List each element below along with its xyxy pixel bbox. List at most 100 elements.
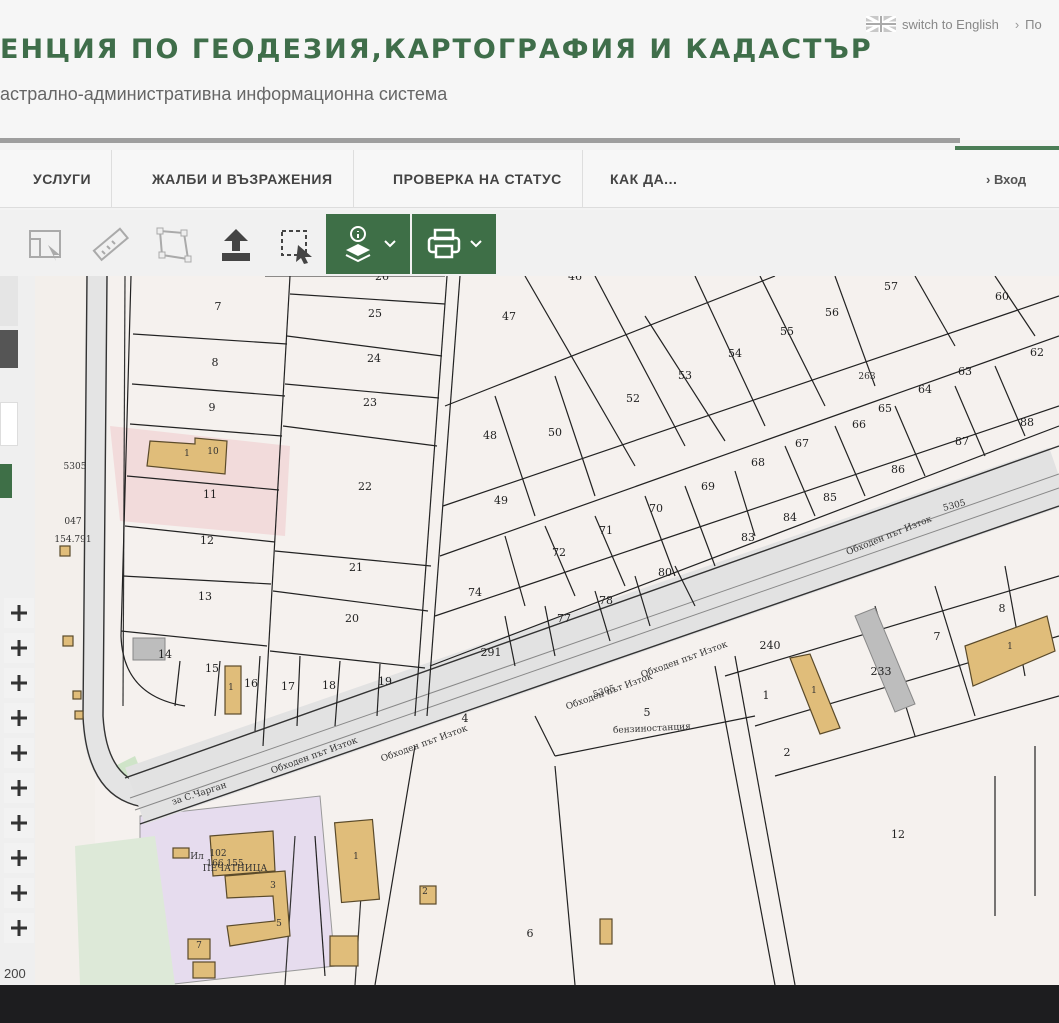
upload-tool[interactable] — [206, 218, 266, 272]
cadastral-map[interactable]: 7 8 9 11 12 13 14 15 16 17 18 19 20 21 22 23 24 25 26 46 47 4… — [35, 276, 1059, 985]
poi-label: 166.155 — [206, 859, 243, 869]
language-switch[interactable]: switch to English › По — [866, 16, 1042, 32]
zoom-in-button[interactable] — [4, 808, 34, 838]
agency-title: ЕНЦИЯ ПО ГЕОДЕЗИЯ,КАРТОГРАФИЯ И КАДАСТЪР — [0, 34, 873, 65]
plot-number-label: 14 — [158, 648, 172, 661]
panel-tab[interactable] — [0, 276, 18, 326]
plot-number-label: 78 — [599, 594, 613, 607]
print-button[interactable] — [412, 214, 496, 274]
plot-number-label: 15 — [205, 662, 219, 675]
more-link[interactable]: По — [1025, 17, 1042, 32]
nav-item-how-to[interactable]: КАК ДА... — [610, 150, 697, 208]
plot-number-label: 69 — [701, 480, 715, 493]
panel-green-tab[interactable] — [0, 464, 12, 498]
side-label: 10 — [207, 447, 219, 457]
selection-tool[interactable] — [266, 218, 326, 272]
plot-number-label: 64 — [918, 383, 932, 396]
language-switch-label: switch to English — [902, 16, 999, 32]
login-link[interactable]: › Вход — [986, 150, 1026, 208]
chevron-right-icon: › — [986, 171, 994, 187]
zoom-in-button[interactable] — [4, 878, 34, 908]
building-number-label: 5 — [276, 919, 282, 929]
plot-number-label: 7 — [215, 300, 222, 313]
poi-label: 102 — [209, 849, 226, 859]
map-canvas[interactable]: 789111213141516 17 18 1920212223242526 46474… — [35, 276, 1059, 985]
left-panel: 200 — [0, 276, 35, 985]
nav-item-complaints[interactable]: ЖАЛБИ И ВЪЗРАЖЕНИЯ — [152, 150, 354, 208]
plot-number-label: 84 — [783, 511, 797, 524]
building-number-label: 7 — [196, 941, 202, 951]
plot-number-label: 24 — [367, 352, 381, 365]
building-number-label: 1 — [353, 852, 359, 862]
login-label: Вход — [993, 171, 1027, 187]
building-number-label: 1 — [184, 449, 190, 459]
plot-number-label: 86 — [891, 463, 905, 476]
plot-number-label: 57 — [884, 280, 898, 293]
building — [599, 918, 613, 945]
plot-number-label: 26 — [375, 276, 389, 283]
layers-info-icon — [345, 226, 371, 263]
side-label: 047 — [64, 517, 81, 527]
system-subtitle: астрално-административна информационна с… — [0, 84, 448, 104]
building — [59, 545, 71, 557]
plot-number-label: 240 — [760, 639, 781, 652]
plus-icon — [11, 710, 27, 726]
plus-icon — [11, 850, 27, 866]
chevron-down-icon — [384, 240, 396, 248]
plot-number-label: 19 — [378, 675, 392, 688]
zoom-in-button[interactable] — [4, 773, 34, 803]
plot-number-label: 68 — [751, 456, 765, 469]
plot-number-label: 83 — [741, 531, 755, 544]
structure — [854, 607, 916, 713]
building — [192, 961, 216, 979]
plot-number-label: 65 — [878, 402, 892, 415]
measure-tool[interactable] — [80, 218, 140, 272]
building — [72, 690, 82, 700]
plot-number-label: 49 — [494, 494, 508, 507]
plot-number-label: 17 — [281, 680, 295, 693]
area-select-tool[interactable] — [16, 218, 76, 272]
zoom-in-button[interactable] — [4, 738, 34, 768]
plot-number-label: 77 — [557, 612, 571, 625]
plot-number-label: 62 — [1030, 346, 1044, 359]
plot-number-label: 22 — [358, 480, 372, 493]
building-number-label: 2 — [422, 887, 428, 897]
plus-icon — [11, 920, 27, 936]
layers-info-button[interactable] — [326, 214, 410, 274]
plot-number-label: 54 — [728, 347, 742, 360]
plot-number-label: 12 — [891, 828, 905, 841]
zoom-in-button[interactable] — [4, 598, 34, 628]
plot-number-label: 25 — [368, 307, 382, 320]
plot-number-label: 6 — [527, 927, 534, 940]
plus-icon — [11, 605, 27, 621]
plus-icon — [11, 815, 27, 831]
plot-number-label: 46 — [568, 276, 582, 283]
zoom-in-button[interactable] — [4, 703, 34, 733]
nav-item-status-check[interactable]: ПРОВЕРКА НА СТАТУС — [393, 150, 583, 208]
plot-number-label: 53 — [678, 369, 692, 382]
plot-number-label: 5 — [644, 706, 651, 719]
zoom-in-button[interactable] — [4, 668, 34, 698]
zoom-in-button[interactable] — [4, 843, 34, 873]
polygon-tool[interactable] — [144, 218, 204, 272]
site-header: ЕНЦИЯ ПО ГЕОДЕЗИЯ,КАРТОГРАФИЯ И КАДАСТЪР… — [0, 0, 1059, 151]
ruler-icon — [92, 227, 130, 262]
plot-number-label: 80 — [658, 566, 672, 579]
building — [172, 847, 190, 859]
plot-number-label: 48 — [483, 429, 497, 442]
poi-label: бензиностанция — [613, 721, 692, 736]
plot-number-label: 233 — [871, 665, 892, 678]
road-code-label: 5305 — [64, 462, 87, 472]
polygon-icon — [156, 227, 192, 263]
zoom-in-button[interactable] — [4, 633, 34, 663]
building — [74, 710, 84, 720]
plot-number-label: 70 — [649, 502, 663, 515]
uk-flag-icon — [866, 16, 896, 32]
zoom-in-button[interactable] — [4, 913, 34, 943]
building-number-label: 3 — [270, 881, 276, 891]
panel-tab-active[interactable] — [0, 330, 18, 368]
plot-number-label: 291 — [481, 646, 502, 659]
panel-field[interactable] — [0, 402, 18, 446]
chevron-right-icon: › — [1014, 16, 1020, 32]
nav-item-services[interactable]: УСЛУГИ — [33, 150, 113, 208]
